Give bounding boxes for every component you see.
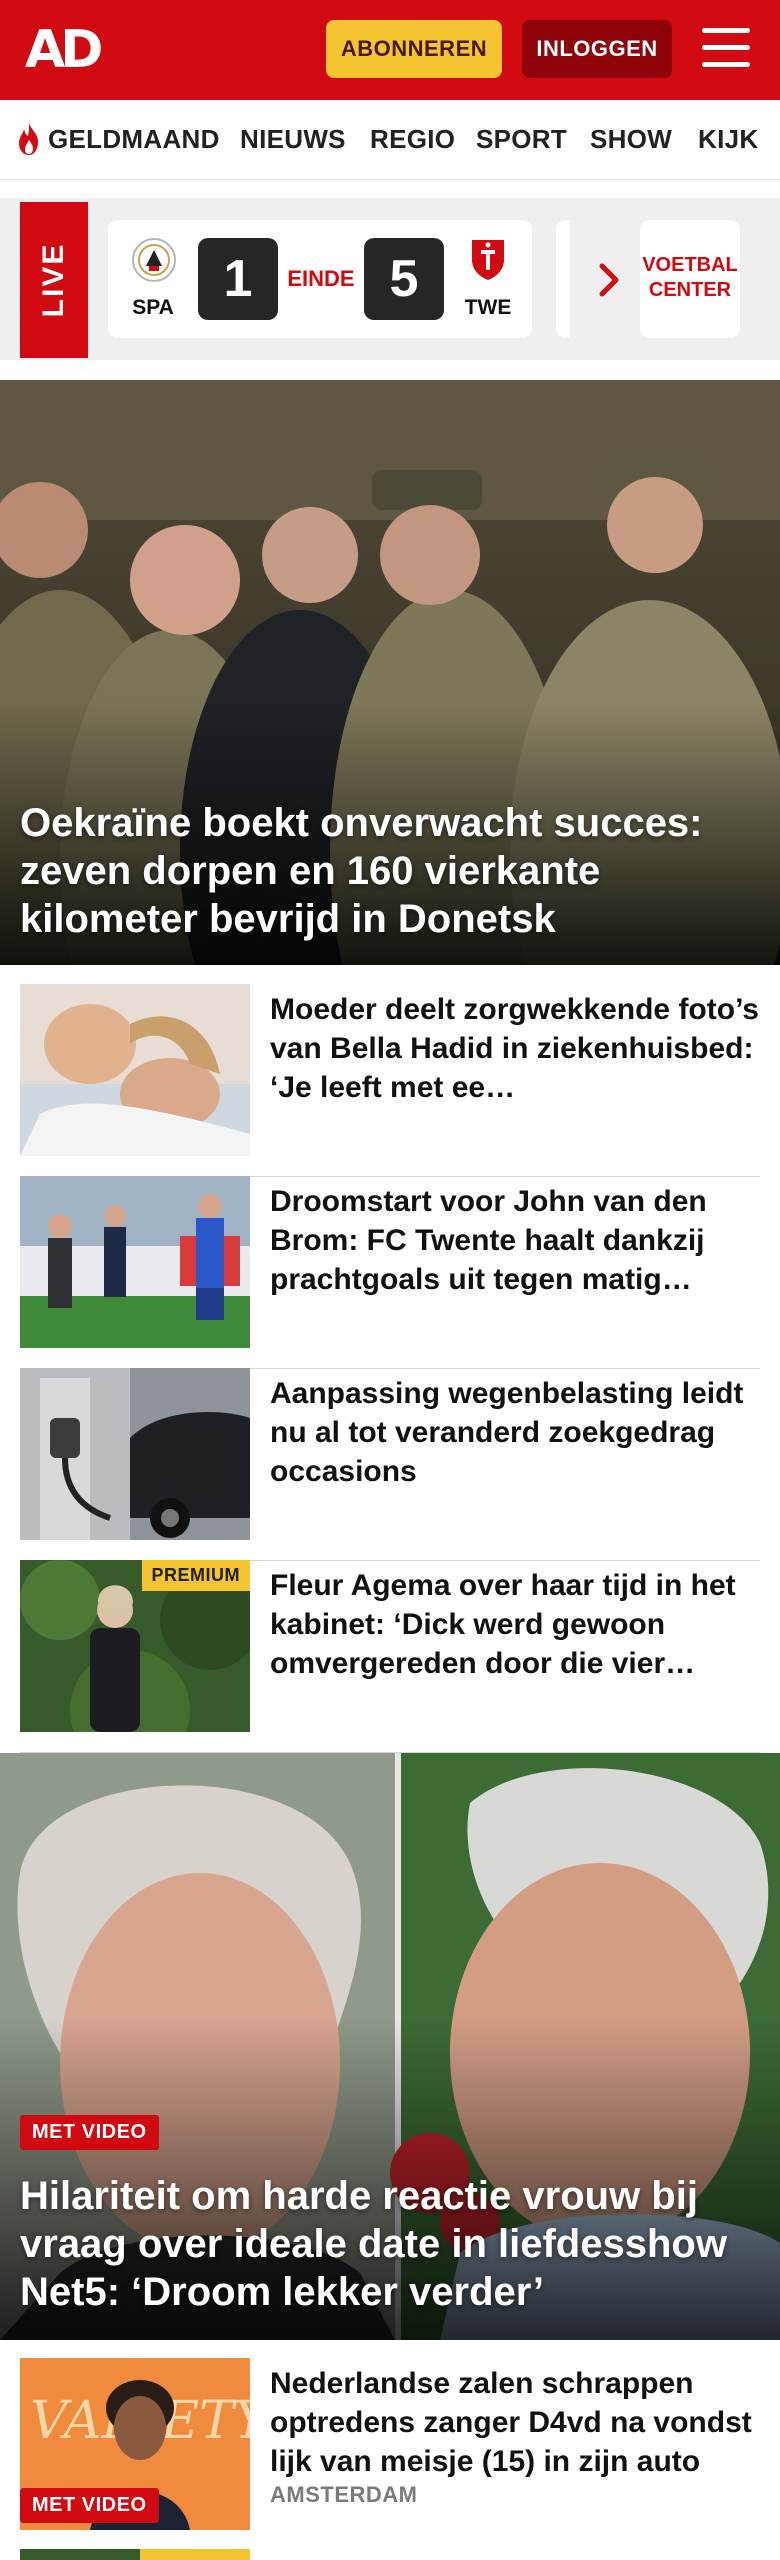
- video-badge: MET VIDEO: [20, 2488, 159, 2523]
- next-match-card[interactable]: [556, 220, 570, 338]
- nav-item-regio[interactable]: REGIO: [370, 124, 455, 155]
- next-article-thumbnail[interactable]: [20, 2549, 250, 2560]
- away-team-name: TWE: [464, 296, 512, 319]
- article-thumbnail: [20, 984, 250, 1156]
- away-score: 5: [364, 238, 444, 320]
- nav-item-nieuws[interactable]: NIEUWS: [240, 124, 346, 155]
- article-thumbnail: [20, 1368, 250, 1540]
- match-status: EINDE: [287, 266, 355, 291]
- hero2-headline[interactable]: Hilariteit om harde reactie vrouw bij vr…: [20, 2172, 760, 2316]
- video-badge: MET VIDEO: [20, 2115, 159, 2150]
- hero-article[interactable]: Oekraïne boekt onverwacht succes: zeven …: [0, 380, 780, 965]
- nav-item-show[interactable]: SHOW: [590, 124, 672, 155]
- article-title[interactable]: Nederlandse zalen schrappen optredens za…: [270, 2364, 760, 2481]
- list-item[interactable]: Droomstart voor John van den Brom: FC Tw…: [20, 1176, 760, 1369]
- twente-logo-icon: [472, 240, 504, 280]
- voetbal-center-button[interactable]: VOETBAL CENTER: [640, 220, 740, 338]
- home-score: 1: [198, 238, 278, 320]
- section-nav: GELDMAAND NIEUWS REGIO SPORT SHOW KIJK: [0, 100, 780, 180]
- article-title[interactable]: Droomstart voor John van den Brom: FC Tw…: [270, 1182, 760, 1299]
- sparta-logo-icon: [132, 238, 176, 282]
- nav-item-kijk[interactable]: KIJK: [698, 124, 758, 155]
- article-location: AMSTERDAM: [270, 2482, 418, 2507]
- subscribe-button[interactable]: ABONNEREN: [326, 20, 502, 78]
- hamburger-menu-icon[interactable]: [700, 24, 754, 74]
- live-scores-bar: LIVE SPA 1 EINDE 5 TWE VOETBAL CENTER: [0, 198, 780, 360]
- list-item[interactable]: Aanpassing wegenbelasting leidt nu al to…: [20, 1368, 760, 1561]
- login-button[interactable]: INLOGGEN: [522, 20, 672, 78]
- article-title[interactable]: Aanpassing wegenbelasting leidt nu al to…: [270, 1374, 760, 1491]
- next-article-title[interactable]: [270, 2552, 760, 2560]
- article-thumbnail: VARIETY MET VIDEO: [20, 2358, 250, 2530]
- article-thumbnail: [20, 1176, 250, 1348]
- list-item[interactable]: Moeder deelt zorgwekkende foto’s van Bel…: [20, 984, 760, 1177]
- article-title[interactable]: Moeder deelt zorgwekkende foto’s van Bel…: [270, 990, 760, 1107]
- ad-logo[interactable]: AD: [25, 22, 103, 78]
- nav-item-geldmaand[interactable]: GELDMAAND: [48, 124, 220, 155]
- article-title[interactable]: Fleur Agema over haar tijd in het kabine…: [270, 1566, 760, 1683]
- premium-badge: PREMIUM: [141, 1560, 250, 1591]
- hero-headline[interactable]: Oekraïne boekt onverwacht succes: zeven …: [20, 799, 760, 943]
- list-item[interactable]: VARIETY MET VIDEO Nederlandse zalen schr…: [20, 2358, 760, 2530]
- premium-badge: [140, 2549, 250, 2560]
- match-card[interactable]: SPA 1 EINDE 5 TWE: [108, 220, 532, 338]
- flame-icon: [19, 123, 38, 155]
- live-label: LIVE: [20, 202, 88, 358]
- nav-item-sport[interactable]: SPORT: [476, 124, 567, 155]
- video-hero-article[interactable]: MET VIDEO Hilariteit om harde reactie vr…: [0, 1753, 780, 2340]
- list-item[interactable]: PREMIUM Fleur Agema over haar tijd in he…: [20, 1560, 760, 1753]
- chevron-right-icon[interactable]: [590, 260, 630, 300]
- home-team-name: SPA: [132, 296, 174, 319]
- top-bar: AD ABONNEREN INLOGGEN: [0, 0, 780, 100]
- article-thumbnail: PREMIUM: [20, 1560, 250, 1732]
